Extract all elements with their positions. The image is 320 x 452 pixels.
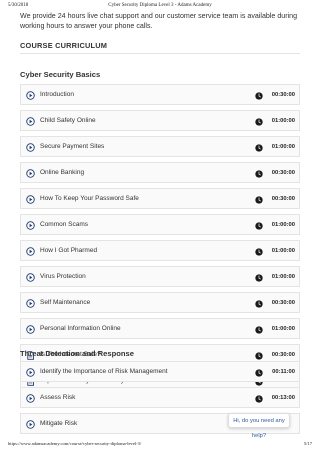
lesson-duration: 01:00:00 — [271, 247, 295, 254]
clock-icon — [255, 394, 263, 403]
lesson-duration: 01:00:00 — [271, 117, 295, 124]
play-circle-icon — [26, 420, 35, 429]
clock-icon — [255, 273, 263, 282]
lesson-title: Child Safety Online — [40, 117, 96, 124]
lesson-title: How To Keep Your Password Safe — [40, 195, 139, 202]
lesson-row[interactable]: Common Scams 01:00:00 — [20, 214, 300, 235]
clock-icon — [255, 247, 263, 256]
lesson-title: Identify the Importance of Risk Manageme… — [40, 368, 168, 375]
lesson-row[interactable]: Introduction 00:30:00 — [20, 84, 300, 105]
play-circle-icon — [26, 273, 35, 282]
lesson-duration: 01:00:00 — [271, 273, 295, 280]
lesson-row[interactable]: Identify the Importance of Risk Manageme… — [20, 361, 300, 382]
print-footer: https://www.adamsacademy.com/course/cybe… — [8, 441, 312, 449]
chat-widget-bubble[interactable]: Hi, do you need any help? — [228, 413, 290, 439]
lesson-row[interactable]: Self Maintenance 00:30:00 — [20, 292, 300, 313]
heading-divider — [20, 53, 300, 54]
play-circle-icon — [26, 221, 35, 230]
page-url: https://www.adamsacademy.com/course/cybe… — [8, 441, 142, 446]
clock-icon — [255, 368, 263, 377]
play-circle-icon — [26, 299, 35, 308]
lesson-title: Secure Payment Sites — [40, 143, 105, 150]
play-circle-icon — [26, 247, 35, 256]
lesson-duration: 00:13:00 — [271, 394, 295, 401]
play-circle-icon — [26, 368, 35, 377]
print-header: 5/30/2018 Cyber Security Diploma Level 3… — [8, 3, 312, 11]
clock-icon — [255, 351, 263, 360]
lesson-duration: 00:30:00 — [271, 195, 295, 202]
lesson-row[interactable]: Secure Payment Sites 01:00:00 — [20, 136, 300, 157]
lesson-title: Virus Protection — [40, 273, 86, 280]
document-title: Cyber Security Diploma Level 3 - Adams A… — [108, 3, 212, 8]
play-circle-icon — [26, 169, 35, 178]
play-circle-icon — [26, 195, 35, 204]
section-title: Cyber Security Basics — [20, 70, 101, 79]
lesson-duration: 00:30:00 — [271, 299, 295, 306]
intro-text: We provide 24 hours live chat support an… — [20, 12, 298, 30]
lesson-title: How I Got Pharmed — [40, 247, 98, 254]
lesson-title: Mitigate Risk — [40, 420, 78, 427]
lesson-duration: 00:30:00 — [271, 91, 295, 98]
lesson-title: Assess Risk — [40, 394, 76, 401]
play-circle-icon — [26, 117, 35, 126]
lesson-duration: 00:30:00 — [271, 169, 295, 176]
lesson-row[interactable]: Virus Protection 01:00:00 — [20, 266, 300, 287]
play-circle-icon — [26, 394, 35, 403]
clock-icon — [255, 299, 263, 308]
lesson-row[interactable]: Online Banking 00:30:00 — [20, 162, 300, 183]
lesson-title: Common Scams — [40, 221, 89, 228]
page-number: 5/17 — [303, 441, 312, 446]
lesson-duration: 00:30:00 — [271, 351, 295, 358]
lesson-row[interactable]: Assess Risk 00:13:00 — [20, 387, 300, 408]
lesson-title: Self Maintenance — [40, 299, 91, 306]
lesson-title: Online Banking — [40, 169, 85, 176]
lesson-row[interactable]: Personal Information Online 01:00:00 — [20, 318, 300, 339]
clock-icon — [255, 325, 263, 334]
lesson-duration: 01:00:00 — [271, 221, 295, 228]
play-circle-icon — [26, 143, 35, 152]
lesson-row[interactable]: Child Safety Online 01:00:00 — [20, 110, 300, 131]
clock-icon — [255, 91, 263, 100]
clock-icon — [255, 221, 263, 230]
clock-icon — [255, 143, 263, 152]
play-circle-icon — [26, 325, 35, 334]
lesson-duration: 01:00:00 — [271, 325, 295, 332]
clock-icon — [255, 195, 263, 204]
play-circle-icon — [26, 91, 35, 100]
clock-icon — [255, 169, 263, 178]
lesson-title: Personal Information Online — [40, 325, 121, 332]
clock-icon — [255, 117, 263, 126]
section-title: Threat Detection and Response — [20, 349, 134, 358]
lesson-duration: 00:11:00 — [272, 368, 295, 375]
lesson-row[interactable]: How To Keep Your Password Safe 00:30:00 — [20, 188, 300, 209]
lesson-title: Introduction — [40, 91, 74, 98]
curriculum-heading: COURSE CURRICULUM — [20, 41, 108, 50]
lesson-duration: 01:00:00 — [271, 143, 295, 150]
lesson-row[interactable]: How I Got Pharmed 01:00:00 — [20, 240, 300, 261]
